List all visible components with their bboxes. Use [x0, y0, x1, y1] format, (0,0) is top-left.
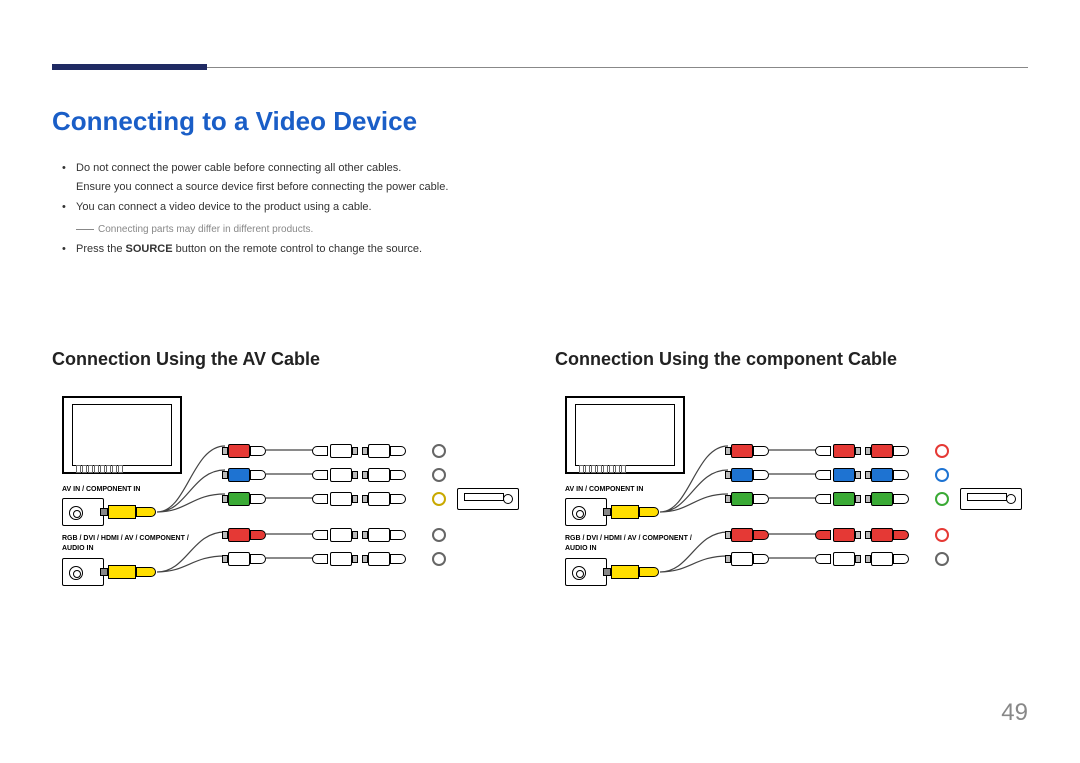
- source-device-icon: [457, 488, 519, 510]
- yellow-plug-icon: [100, 565, 160, 579]
- page-number: 49: [1001, 699, 1028, 727]
- port-label-avin: AV IN / COMPONENT IN: [62, 486, 140, 493]
- source-device-icon: [960, 488, 1022, 510]
- note-line: Connecting parts may differ in different…: [76, 221, 1028, 238]
- device-jack-icons: [935, 444, 953, 516]
- rca-plug-set-outline: [362, 526, 408, 574]
- right-column: Connection Using the component Cable AV …: [555, 349, 1028, 596]
- rca-plug-set-outline: [312, 526, 358, 574]
- rca-plug-set-audio: [815, 526, 861, 574]
- page-title: Connecting to a Video Device: [52, 106, 1028, 137]
- rca-plug-set-audio: [222, 526, 268, 574]
- component-cable-diagram: AV IN / COMPONENT IN RGB / DVI / HDMI / …: [555, 396, 1025, 596]
- av-in-port-icon: [565, 498, 607, 526]
- rca-plug-set-audio: [865, 526, 911, 574]
- bullet-text: Press the SOURCE button on the remote co…: [76, 240, 422, 259]
- left-subheading: Connection Using the AV Cable: [52, 349, 525, 370]
- bullet-dot: •: [62, 159, 76, 196]
- yellow-plug-icon: [603, 565, 663, 579]
- device-jack-icons: [432, 528, 450, 576]
- cable-wire-icon: [157, 446, 225, 576]
- rca-plug-set-color: [222, 442, 268, 514]
- av-cable-diagram: AV IN / COMPONENT IN RGB / DVI / HDMI / …: [52, 396, 522, 596]
- av-in-port-icon: [62, 498, 104, 526]
- bullet-dot: •: [62, 240, 76, 259]
- note-dash-icon: [76, 229, 94, 230]
- intro-bullets: • Do not connect the power cable before …: [52, 159, 1028, 259]
- audio-in-port-icon: [565, 558, 607, 586]
- left-column: Connection Using the AV Cable AV IN / CO…: [52, 349, 525, 596]
- bullet-text: Do not connect the power cable before co…: [76, 162, 401, 174]
- cable-bundle-icon: [266, 444, 316, 584]
- port-label-avin: AV IN / COMPONENT IN: [565, 486, 643, 493]
- bullet-dot: •: [62, 198, 76, 217]
- rca-plug-set-color: [725, 442, 771, 514]
- cable-wire-icon: [660, 446, 728, 576]
- bullet-subtext: Ensure you connect a source device first…: [76, 181, 448, 193]
- bullet-text: You can connect a video device to the pr…: [76, 198, 372, 217]
- cable-bundle-icon: [769, 444, 819, 584]
- device-jack-icons: [432, 444, 450, 516]
- yellow-plug-icon: [603, 505, 663, 519]
- yellow-plug-icon: [100, 505, 160, 519]
- rca-plug-set-outline: [362, 442, 408, 514]
- header-accent-bar: [52, 64, 207, 70]
- rca-plug-set-color: [865, 442, 911, 514]
- device-jack-icons: [935, 528, 953, 576]
- rca-plug-set-outline: [312, 442, 358, 514]
- rca-plug-set-audio: [725, 526, 771, 574]
- rca-plug-set-color: [815, 442, 861, 514]
- note-text: Connecting parts may differ in different…: [98, 224, 313, 235]
- audio-in-port-icon: [62, 558, 104, 586]
- right-subheading: Connection Using the component Cable: [555, 349, 1028, 370]
